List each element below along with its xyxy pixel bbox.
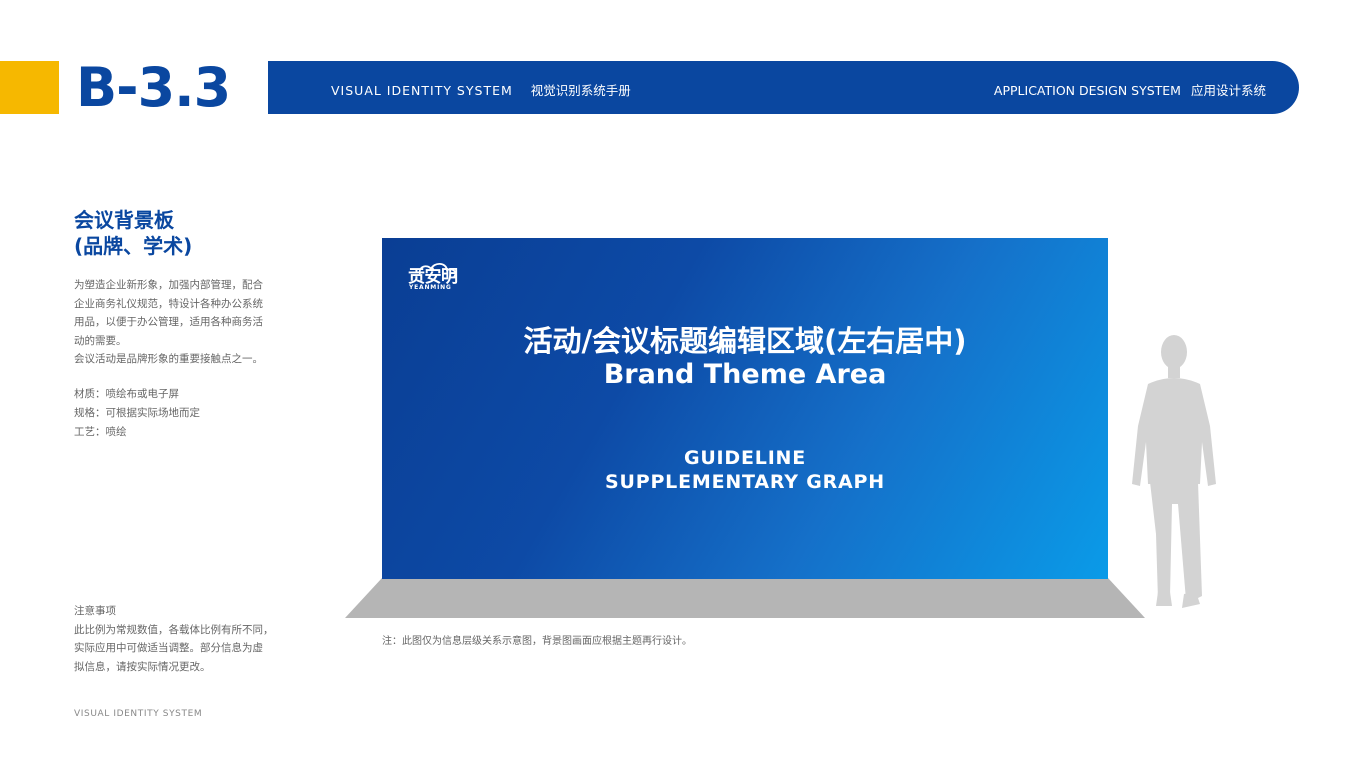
section-description: 为塑造企业新形象，加强内部管理，配合 企业商务礼仪规范，特设计各种办公系统 用品… bbox=[74, 276, 274, 369]
spec-material: 材质：喷绘布或电子屏 bbox=[74, 388, 179, 400]
notice-title: 注意事项 bbox=[74, 605, 116, 617]
header-right-cn: 应用设计系统 bbox=[1190, 83, 1266, 98]
header-left-cn: 视觉识别系统手册 bbox=[530, 83, 631, 98]
header-left-en: VISUAL IDENTITY SYSTEM bbox=[331, 83, 513, 98]
footer-text: VISUAL IDENTITY SYSTEM bbox=[74, 709, 203, 719]
backdrop-title-cn: 活动/会议标题编辑区域(左右居中) bbox=[523, 324, 967, 358]
logo-en: YEANMING bbox=[409, 284, 452, 291]
description-line: 用品，以便于办公管理，适用各种商务活 bbox=[74, 316, 263, 328]
section-title-line1: 会议背景板 bbox=[74, 208, 174, 232]
description-line: 企业商务礼仪规范，特设计各种办公系统 bbox=[74, 297, 263, 310]
section-title: 会议背景板 (品牌、学术) bbox=[74, 207, 192, 259]
section-specs: 材质：喷绘布或电子屏 规格：可根据实际场地而定 工艺：喷绘 bbox=[74, 385, 200, 442]
person-silhouette-icon bbox=[1132, 335, 1216, 608]
floor-shadow bbox=[345, 578, 1145, 618]
guideline-line1: GUIDELINE bbox=[683, 447, 807, 469]
notice-block: 注意事项 此比例为常规数值，各载体比例有所不同， 实际应用中可做适当调整。部分信… bbox=[74, 602, 274, 676]
notice-line: 此比例为常规数值，各载体比例有所不同， bbox=[74, 623, 274, 636]
description-line: 动的需要。 bbox=[74, 334, 127, 347]
header-right: APPLICATION DESIGN SYSTEM 应用设计系统 bbox=[994, 80, 1266, 99]
brand-logo: 贡安明 YEANMING bbox=[406, 260, 462, 294]
header-left: VISUAL IDENTITY SYSTEM 视觉识别系统手册 bbox=[331, 80, 631, 99]
notice-line: 实际应用中可做适当调整。部分信息为虚 bbox=[74, 642, 263, 654]
backdrop-title-en: Brand Theme Area bbox=[603, 359, 887, 390]
section-title-line2: (品牌、学术) bbox=[74, 234, 193, 258]
header-right-en: APPLICATION DESIGN SYSTEM bbox=[993, 83, 1181, 98]
guideline-line2: SUPPLEMENTARY GRAPH bbox=[605, 471, 885, 493]
note-text: 注：此图仅为信息层级关系示意图，背景图画面应根据主题再行设计。 bbox=[382, 636, 692, 647]
description-line: 为塑造企业新形象，加强内部管理，配合 bbox=[74, 279, 263, 291]
page-code: B-3.3 bbox=[76, 56, 231, 119]
backdrop-guideline: GUIDELINE SUPPLEMENTARY GRAPH bbox=[382, 446, 1108, 494]
accent-block bbox=[0, 61, 59, 114]
spec-size: 规格：可根据实际场地而定 bbox=[74, 407, 200, 419]
backdrop-panel: 贡安明 YEANMING 活动/会议标题编辑区域(左右居中) Brand The… bbox=[382, 238, 1108, 579]
header-bar: VISUAL IDENTITY SYSTEM 视觉识别系统手册 APPLICATI… bbox=[268, 61, 1299, 114]
description-line: 会议活动是品牌形象的重要接触点之一。 bbox=[74, 353, 263, 365]
spec-craft: 工艺：喷绘 bbox=[74, 426, 127, 438]
notice-line: 拟信息，请按实际情况更改。 bbox=[74, 660, 211, 673]
